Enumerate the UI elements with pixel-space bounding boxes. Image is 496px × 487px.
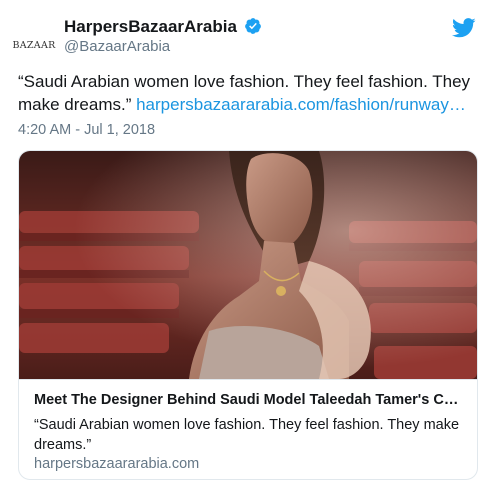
avatar-logo-text: BAZAAR bbox=[12, 39, 56, 51]
twitter-bird-icon[interactable] bbox=[452, 18, 476, 38]
display-name[interactable]: HarpersBazaarArabia bbox=[64, 16, 237, 37]
timestamp[interactable]: 4:20 AM - Jul 1, 2018 bbox=[18, 122, 155, 138]
author-block: HarpersBazaarArabia @BazaarArabia bbox=[64, 16, 262, 57]
verified-badge-icon bbox=[245, 17, 262, 34]
card-photo-illustration bbox=[19, 151, 477, 379]
link-card[interactable]: Meet The Designer Behind Saudi Model Tal… bbox=[18, 150, 478, 480]
tweet-embed: BAZAAR HarpersBazaarArabia @BazaarArabia… bbox=[0, 0, 496, 487]
card-domain: harpersbazaararabia.com bbox=[34, 456, 200, 472]
card-body: Meet The Designer Behind Saudi Model Tal… bbox=[19, 379, 477, 472]
card-description: “Saudi Arabian women love fashion. They … bbox=[34, 417, 460, 453]
tweet-text: “Saudi Arabian women love fashion. They … bbox=[18, 70, 488, 116]
handle[interactable]: @BazaarArabia bbox=[64, 37, 262, 57]
card-image[interactable] bbox=[19, 151, 477, 379]
tweet-link[interactable]: harpersbazaararabia.com/fashion/runway… bbox=[136, 95, 466, 114]
avatar[interactable]: BAZAAR bbox=[12, 25, 56, 65]
card-title[interactable]: Meet The Designer Behind Saudi Model Tal… bbox=[34, 392, 464, 408]
